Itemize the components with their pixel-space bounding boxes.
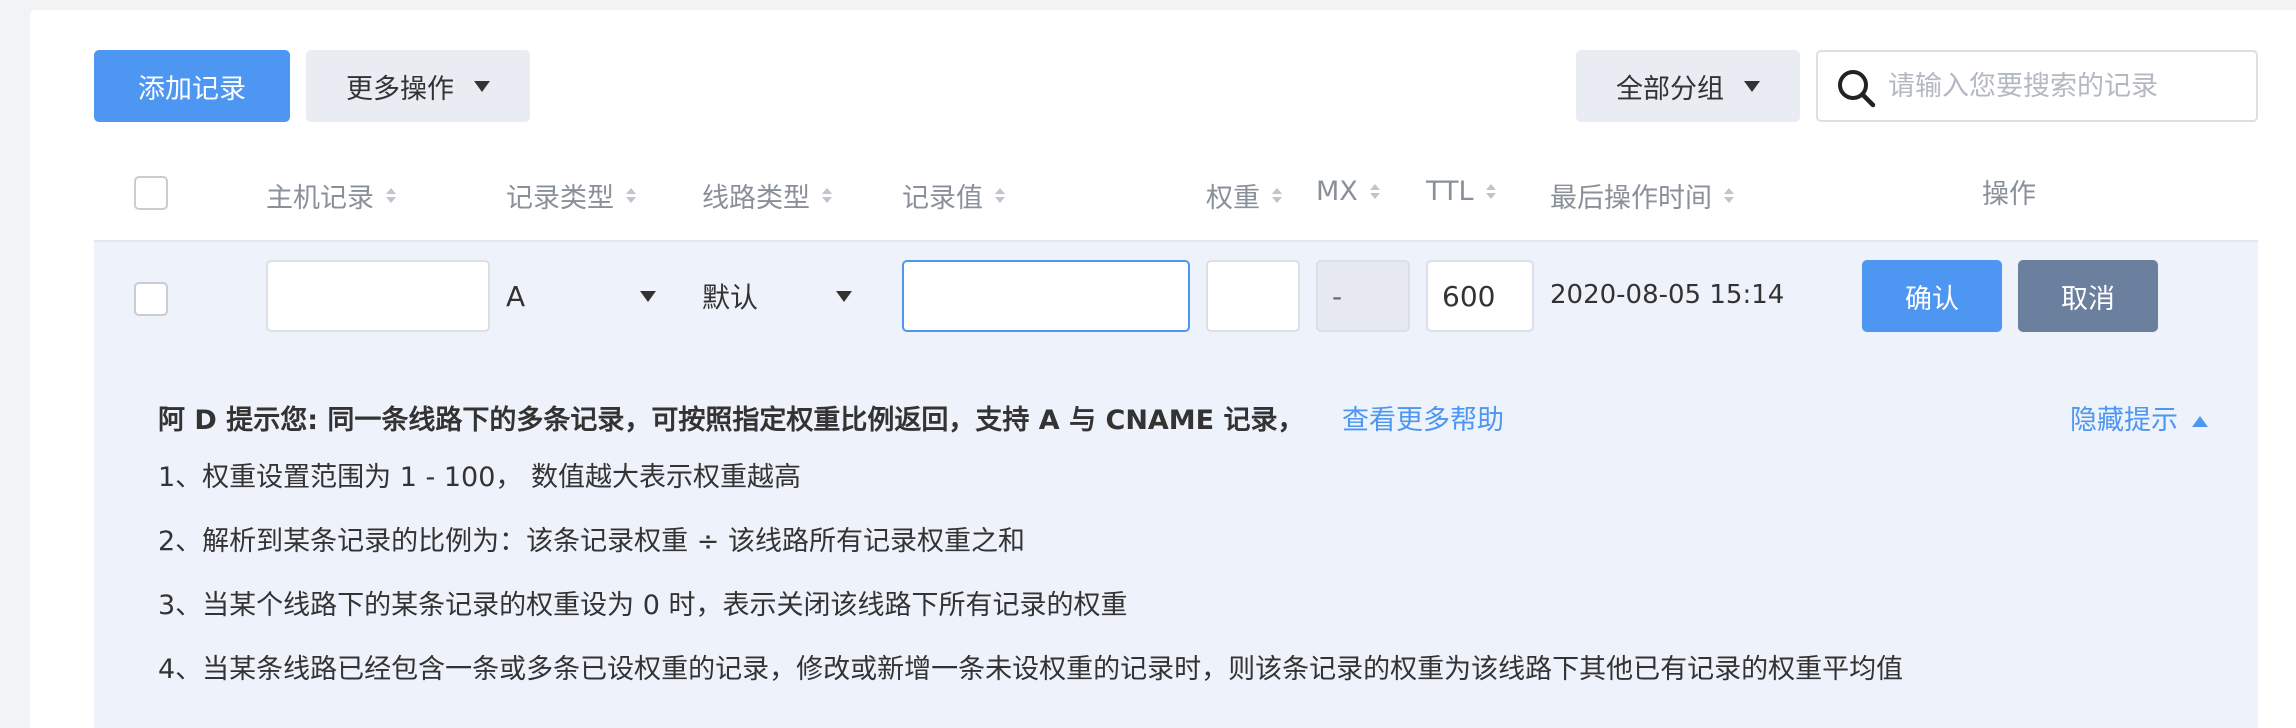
cancel-button[interactable]: 取消 bbox=[2018, 260, 2158, 332]
chevron-up-icon bbox=[2192, 416, 2208, 427]
mx-input bbox=[1316, 260, 1410, 332]
add-record-label: 添加记录 bbox=[138, 73, 246, 105]
more-help-link[interactable]: 查看更多帮助 bbox=[1342, 398, 1504, 437]
chevron-down-icon bbox=[640, 290, 656, 302]
column-ttl-label: TTL bbox=[1426, 176, 1474, 207]
column-header-ttl[interactable]: TTL bbox=[1426, 176, 1496, 207]
record-type-value: A bbox=[506, 279, 526, 313]
sort-icon bbox=[386, 188, 396, 203]
ttl-input[interactable] bbox=[1426, 260, 1534, 332]
column-actions-label: 操作 bbox=[1982, 179, 2036, 210]
column-header-mx[interactable]: MX bbox=[1316, 176, 1380, 207]
sort-icon bbox=[1724, 188, 1734, 203]
confirm-button[interactable]: 确认 bbox=[1862, 260, 2002, 332]
line-type-select[interactable]: 默认 bbox=[702, 260, 852, 332]
column-weight-label: 权重 bbox=[1206, 183, 1260, 214]
tip-item: 4、当某条线路已经包含一条或多条已设权重的记录，修改或新增一条未设权重的记录时，… bbox=[158, 654, 1904, 685]
sort-icon bbox=[1369, 184, 1380, 199]
search-icon bbox=[1838, 70, 1876, 108]
select-all-checkbox[interactable] bbox=[134, 176, 168, 210]
sort-icon bbox=[626, 188, 636, 203]
column-last-modified-label: 最后操作时间 bbox=[1550, 183, 1712, 214]
sort-icon bbox=[1485, 184, 1496, 199]
column-value-label: 记录值 bbox=[902, 183, 983, 214]
column-header-value[interactable]: 记录值 bbox=[902, 176, 1005, 215]
row-checkbox[interactable] bbox=[134, 282, 168, 316]
column-header-last-modified[interactable]: 最后操作时间 bbox=[1550, 176, 1734, 215]
more-actions-label: 更多操作 bbox=[346, 73, 454, 105]
search-input[interactable] bbox=[1888, 66, 2238, 106]
column-host-label: 主机记录 bbox=[266, 183, 374, 214]
sort-icon bbox=[822, 188, 832, 203]
group-filter-dropdown[interactable]: 全部分组 bbox=[1576, 50, 1800, 122]
column-header-actions: 操作 bbox=[1982, 172, 2036, 211]
tip-item: 3、当某个线路下的某条记录的权重设为 0 时，表示关闭该线路下所有记录的权重 bbox=[158, 590, 1128, 621]
chevron-down-icon bbox=[836, 290, 852, 302]
weight-input[interactable] bbox=[1206, 260, 1300, 332]
column-header-weight[interactable]: 权重 bbox=[1206, 176, 1282, 215]
weight-tip-title: 阿 D 提示您: 同一条线路下的多条记录，可按照指定权重比例返回，支持 A 与 … bbox=[158, 405, 1305, 436]
column-header-line[interactable]: 线路类型 bbox=[702, 176, 832, 215]
hide-tips-label: 隐藏提示 bbox=[2070, 405, 2178, 436]
column-header-host[interactable]: 主机记录 bbox=[266, 176, 396, 215]
tip-item: 2、解析到某条记录的比例为：该条记录权重 ÷ 该线路所有记录权重之和 bbox=[158, 526, 1025, 557]
chevron-down-icon bbox=[474, 80, 490, 92]
line-type-value: 默认 bbox=[702, 281, 759, 314]
column-type-label: 记录类型 bbox=[506, 183, 614, 214]
column-header-type[interactable]: 记录类型 bbox=[506, 176, 636, 215]
tip-item: 1、权重设置范围为 1 - 100， 数值越大表示权重越高 bbox=[158, 462, 801, 493]
record-type-select[interactable]: A bbox=[506, 260, 656, 332]
column-line-label: 线路类型 bbox=[702, 183, 810, 214]
chevron-down-icon bbox=[1744, 80, 1760, 92]
sort-icon bbox=[995, 188, 1005, 203]
add-record-button[interactable]: 添加记录 bbox=[94, 50, 290, 122]
search-box bbox=[1816, 50, 2258, 122]
last-modified-time: 2020-08-05 15:14 bbox=[1550, 280, 1785, 310]
group-filter-label: 全部分组 bbox=[1616, 73, 1724, 105]
sort-icon bbox=[1272, 188, 1282, 203]
host-record-input[interactable] bbox=[266, 260, 490, 332]
cancel-label: 取消 bbox=[2061, 283, 2115, 315]
more-actions-dropdown[interactable]: 更多操作 bbox=[306, 50, 530, 122]
record-value-input[interactable] bbox=[902, 260, 1190, 332]
hide-tips-toggle[interactable]: 隐藏提示 bbox=[2070, 398, 2208, 437]
column-mx-label: MX bbox=[1316, 176, 1358, 207]
confirm-label: 确认 bbox=[1905, 283, 1959, 315]
